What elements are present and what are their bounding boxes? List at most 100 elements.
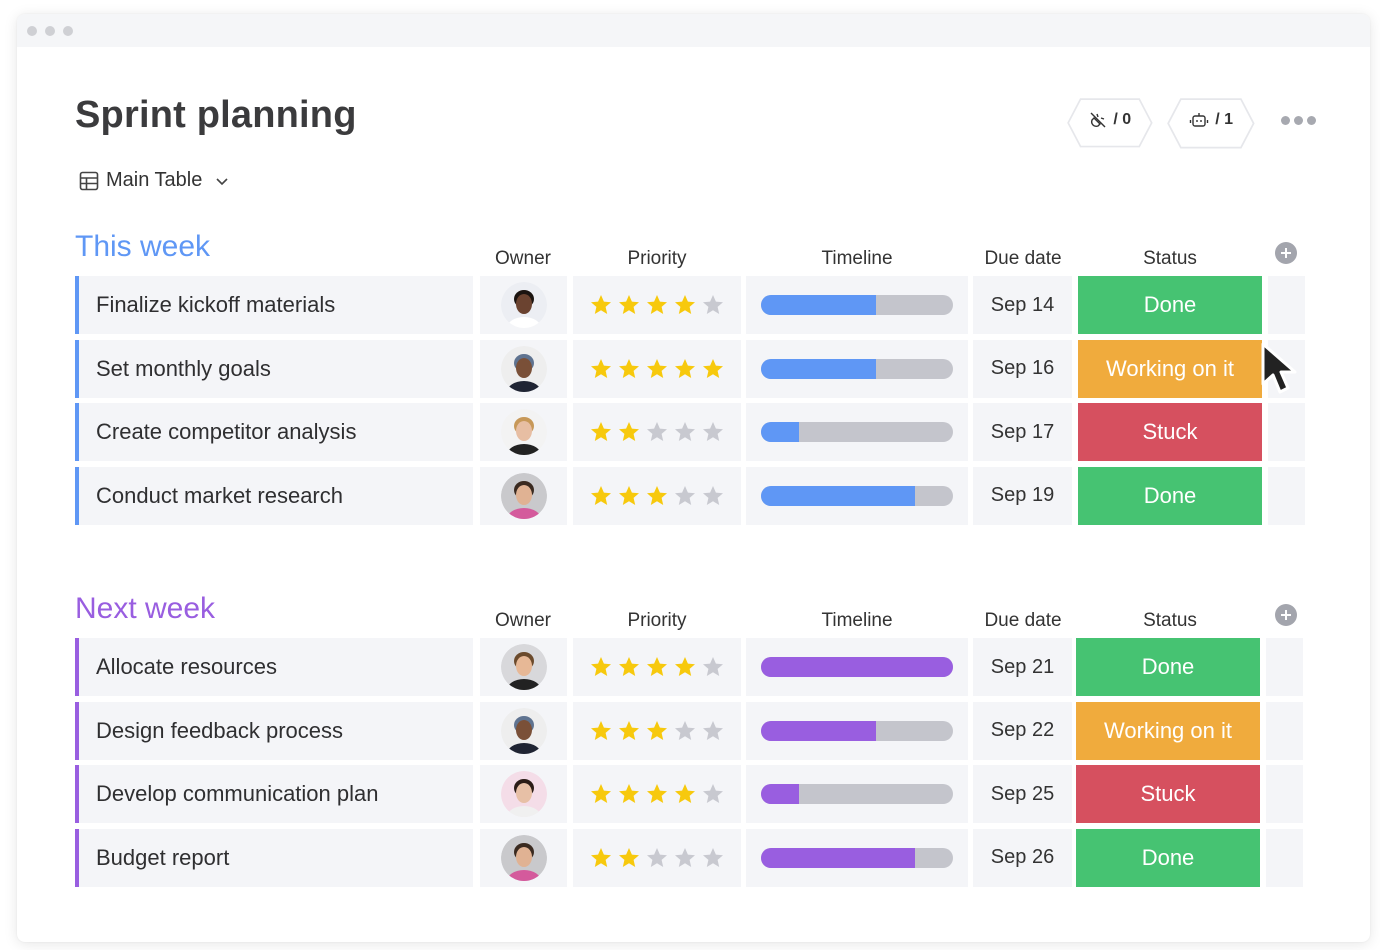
star-filled-icon[interactable] — [617, 655, 641, 679]
star-filled-icon[interactable] — [617, 719, 641, 743]
star-empty-icon[interactable] — [673, 846, 697, 870]
status-badge[interactable]: Stuck — [1078, 403, 1262, 461]
status-badge[interactable]: Done — [1076, 828, 1260, 887]
star-filled-icon[interactable] — [701, 357, 725, 381]
priority-rating[interactable] — [573, 276, 741, 334]
star-filled-icon[interactable] — [589, 357, 613, 381]
window-dot-2[interactable] — [45, 25, 55, 36]
timeline-cell[interactable] — [746, 403, 968, 461]
star-filled-icon[interactable] — [645, 484, 669, 508]
more-options-button[interactable] — [1279, 110, 1318, 131]
star-empty-icon[interactable] — [673, 719, 697, 743]
star-filled-icon[interactable] — [589, 293, 613, 317]
star-empty-icon[interactable] — [701, 782, 725, 806]
view-switcher[interactable]: Main Table — [79, 169, 229, 192]
star-empty-icon[interactable] — [673, 420, 697, 444]
table-row[interactable]: Develop communication plan Sep 25 Stuck — [75, 765, 1315, 823]
item-name[interactable]: Create competitor analysis — [75, 403, 473, 461]
window-dot-1[interactable] — [27, 25, 37, 36]
priority-rating[interactable] — [573, 638, 741, 696]
star-filled-icon[interactable] — [617, 782, 641, 806]
star-empty-icon[interactable] — [701, 420, 725, 444]
due-date[interactable]: Sep 22 — [973, 701, 1072, 760]
timeline-cell[interactable] — [746, 276, 968, 334]
column-header-timeline[interactable]: Timeline — [797, 610, 917, 632]
priority-rating[interactable] — [573, 701, 741, 760]
status-badge[interactable]: Working on it — [1078, 339, 1262, 398]
owner-cell[interactable] — [480, 765, 567, 823]
add-column-button[interactable] — [1275, 242, 1297, 264]
priority-rating[interactable] — [573, 466, 741, 525]
status-badge[interactable]: Done — [1076, 638, 1260, 696]
star-filled-icon[interactable] — [617, 420, 641, 444]
column-header-priority[interactable]: Priority — [597, 610, 717, 632]
priority-rating[interactable] — [573, 828, 741, 887]
star-empty-icon[interactable] — [701, 719, 725, 743]
star-empty-icon[interactable] — [701, 293, 725, 317]
star-filled-icon[interactable] — [617, 484, 641, 508]
table-row[interactable]: Design feedback process Sep 22 Working on … — [75, 701, 1315, 760]
owner-cell[interactable] — [480, 403, 567, 461]
due-date[interactable]: Sep 21 — [973, 638, 1072, 696]
star-filled-icon[interactable] — [645, 357, 669, 381]
star-filled-icon[interactable] — [645, 782, 669, 806]
board-title[interactable]: Sprint planning — [75, 94, 357, 137]
status-badge[interactable]: Stuck — [1076, 765, 1260, 823]
star-filled-icon[interactable] — [589, 420, 613, 444]
star-filled-icon[interactable] — [673, 782, 697, 806]
timeline-cell[interactable] — [746, 466, 968, 525]
item-name[interactable]: Conduct market research — [75, 466, 473, 525]
status-badge[interactable]: Working on it — [1076, 701, 1260, 760]
column-header-status[interactable]: Status — [1110, 610, 1230, 632]
status-badge[interactable]: Done — [1078, 466, 1262, 525]
star-filled-icon[interactable] — [589, 846, 613, 870]
table-row[interactable]: Set monthly goals Sep 16 Working on it — [75, 339, 1315, 398]
star-filled-icon[interactable] — [673, 293, 697, 317]
timeline-cell[interactable] — [746, 828, 968, 887]
star-filled-icon[interactable] — [617, 357, 641, 381]
timeline-cell[interactable] — [746, 701, 968, 760]
column-header-owner[interactable]: Owner — [463, 610, 583, 632]
timeline-cell[interactable] — [746, 339, 968, 398]
timeline-cell[interactable] — [746, 765, 968, 823]
star-empty-icon[interactable] — [701, 655, 725, 679]
star-filled-icon[interactable] — [589, 484, 613, 508]
item-name[interactable]: Budget report — [75, 828, 473, 887]
star-empty-icon[interactable] — [673, 484, 697, 508]
automations-button[interactable]: / 1 — [1167, 98, 1255, 149]
priority-rating[interactable] — [573, 765, 741, 823]
star-filled-icon[interactable] — [673, 655, 697, 679]
integrations-button[interactable]: / 0 — [1067, 98, 1154, 148]
star-filled-icon[interactable] — [673, 357, 697, 381]
item-name[interactable]: Allocate resources — [75, 638, 473, 696]
star-empty-icon[interactable] — [701, 846, 725, 870]
table-row[interactable]: Finalize kickoff materials Sep 14 Done — [75, 276, 1315, 334]
star-filled-icon[interactable] — [617, 293, 641, 317]
owner-cell[interactable] — [480, 701, 567, 760]
column-header-owner[interactable]: Owner — [463, 248, 583, 270]
due-date[interactable]: Sep 25 — [973, 765, 1072, 823]
timeline-cell[interactable] — [746, 638, 968, 696]
star-filled-icon[interactable] — [589, 719, 613, 743]
column-header-status[interactable]: Status — [1110, 248, 1230, 270]
star-filled-icon[interactable] — [645, 719, 669, 743]
column-header-timeline[interactable]: Timeline — [797, 248, 917, 270]
star-empty-icon[interactable] — [701, 484, 725, 508]
star-filled-icon[interactable] — [645, 293, 669, 317]
star-filled-icon[interactable] — [617, 846, 641, 870]
column-header-due-date[interactable]: Due date — [963, 248, 1083, 270]
priority-rating[interactable] — [573, 339, 741, 398]
item-name[interactable]: Finalize kickoff materials — [75, 276, 473, 334]
column-header-priority[interactable]: Priority — [597, 248, 717, 270]
group-title[interactable]: This week — [75, 230, 210, 264]
table-row[interactable]: Allocate resources Sep 21 Done — [75, 638, 1315, 696]
status-badge[interactable]: Done — [1078, 276, 1262, 334]
star-filled-icon[interactable] — [645, 655, 669, 679]
star-empty-icon[interactable] — [645, 420, 669, 444]
table-row[interactable]: Budget report Sep 26 Done — [75, 828, 1315, 887]
item-name[interactable]: Design feedback process — [75, 701, 473, 760]
table-row[interactable]: Conduct market research Sep 19 Done — [75, 466, 1315, 525]
star-filled-icon[interactable] — [589, 782, 613, 806]
star-filled-icon[interactable] — [589, 655, 613, 679]
due-date[interactable]: Sep 14 — [973, 276, 1072, 334]
